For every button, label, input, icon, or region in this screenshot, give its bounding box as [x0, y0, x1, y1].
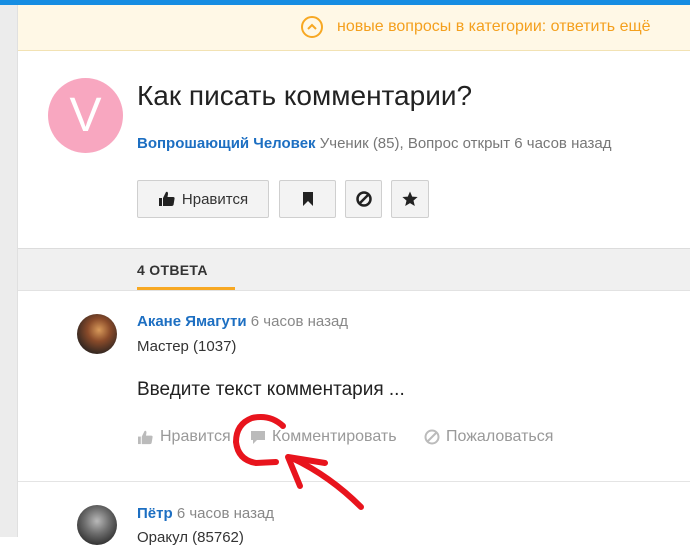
answer-avatar[interactable] — [77, 314, 117, 354]
favorite-button[interactable] — [391, 180, 429, 218]
answer-time: 6 часов назад — [250, 313, 349, 330]
chevron-up-icon — [301, 16, 323, 38]
answer-like-label: Нравится — [160, 428, 231, 445]
block-icon — [424, 429, 440, 445]
active-tab-underline — [137, 287, 235, 290]
star-icon — [402, 191, 418, 206]
answer-author-link[interactable]: Акане Ямагути — [137, 313, 247, 330]
comment-button[interactable]: Комментировать — [250, 428, 397, 446]
question-title: Как писать комментарии? — [137, 80, 473, 111]
answer-divider — [18, 481, 690, 482]
report-label: Пожаловаться — [446, 428, 554, 445]
answer-avatar[interactable] — [77, 505, 117, 545]
question-author-link[interactable]: Вопрошающий Человек — [137, 135, 316, 152]
answer-text: Введите текст комментария ... — [137, 379, 405, 400]
question-meta-text: Ученик (85), Вопрос открыт 6 часов назад — [319, 135, 612, 152]
new-questions-banner[interactable]: новые вопросы в категории: ответить ещё — [18, 5, 690, 51]
left-gutter — [0, 5, 18, 537]
like-button[interactable]: Нравится — [137, 180, 269, 218]
block-button[interactable] — [345, 180, 382, 218]
thumbs-up-icon — [138, 430, 153, 444]
answer-author-link[interactable]: Пётр — [137, 505, 173, 522]
answer-like-button[interactable]: Нравится — [137, 428, 231, 446]
question-avatar[interactable]: V — [48, 78, 123, 153]
answer-time: 6 часов назад — [176, 505, 275, 522]
answers-header: 4 ОТВЕТА — [18, 248, 690, 291]
answer-rank: Оракул (85762) — [137, 529, 244, 546]
answer-header: Акане Ямагути 6 часов назад — [137, 313, 348, 330]
answer-header: Пётр 6 часов назад — [137, 505, 274, 522]
banner-text[interactable]: новые вопросы в категории: ответить ещё — [337, 18, 651, 36]
comment-icon — [251, 430, 265, 444]
report-button[interactable]: Пожаловаться — [424, 428, 553, 446]
bookmark-icon — [302, 192, 313, 206]
thumbs-up-icon — [158, 191, 175, 206]
bookmark-button[interactable] — [279, 180, 336, 218]
like-button-label: Нравится — [181, 190, 249, 208]
answers-count[interactable]: 4 ОТВЕТА — [137, 262, 208, 278]
comment-label: Комментировать — [272, 428, 397, 445]
answer-rank: Мастер (1037) — [137, 338, 237, 355]
question-meta: Вопрошающий Человек Ученик (85), Вопрос … — [137, 135, 612, 152]
block-icon — [355, 191, 372, 207]
